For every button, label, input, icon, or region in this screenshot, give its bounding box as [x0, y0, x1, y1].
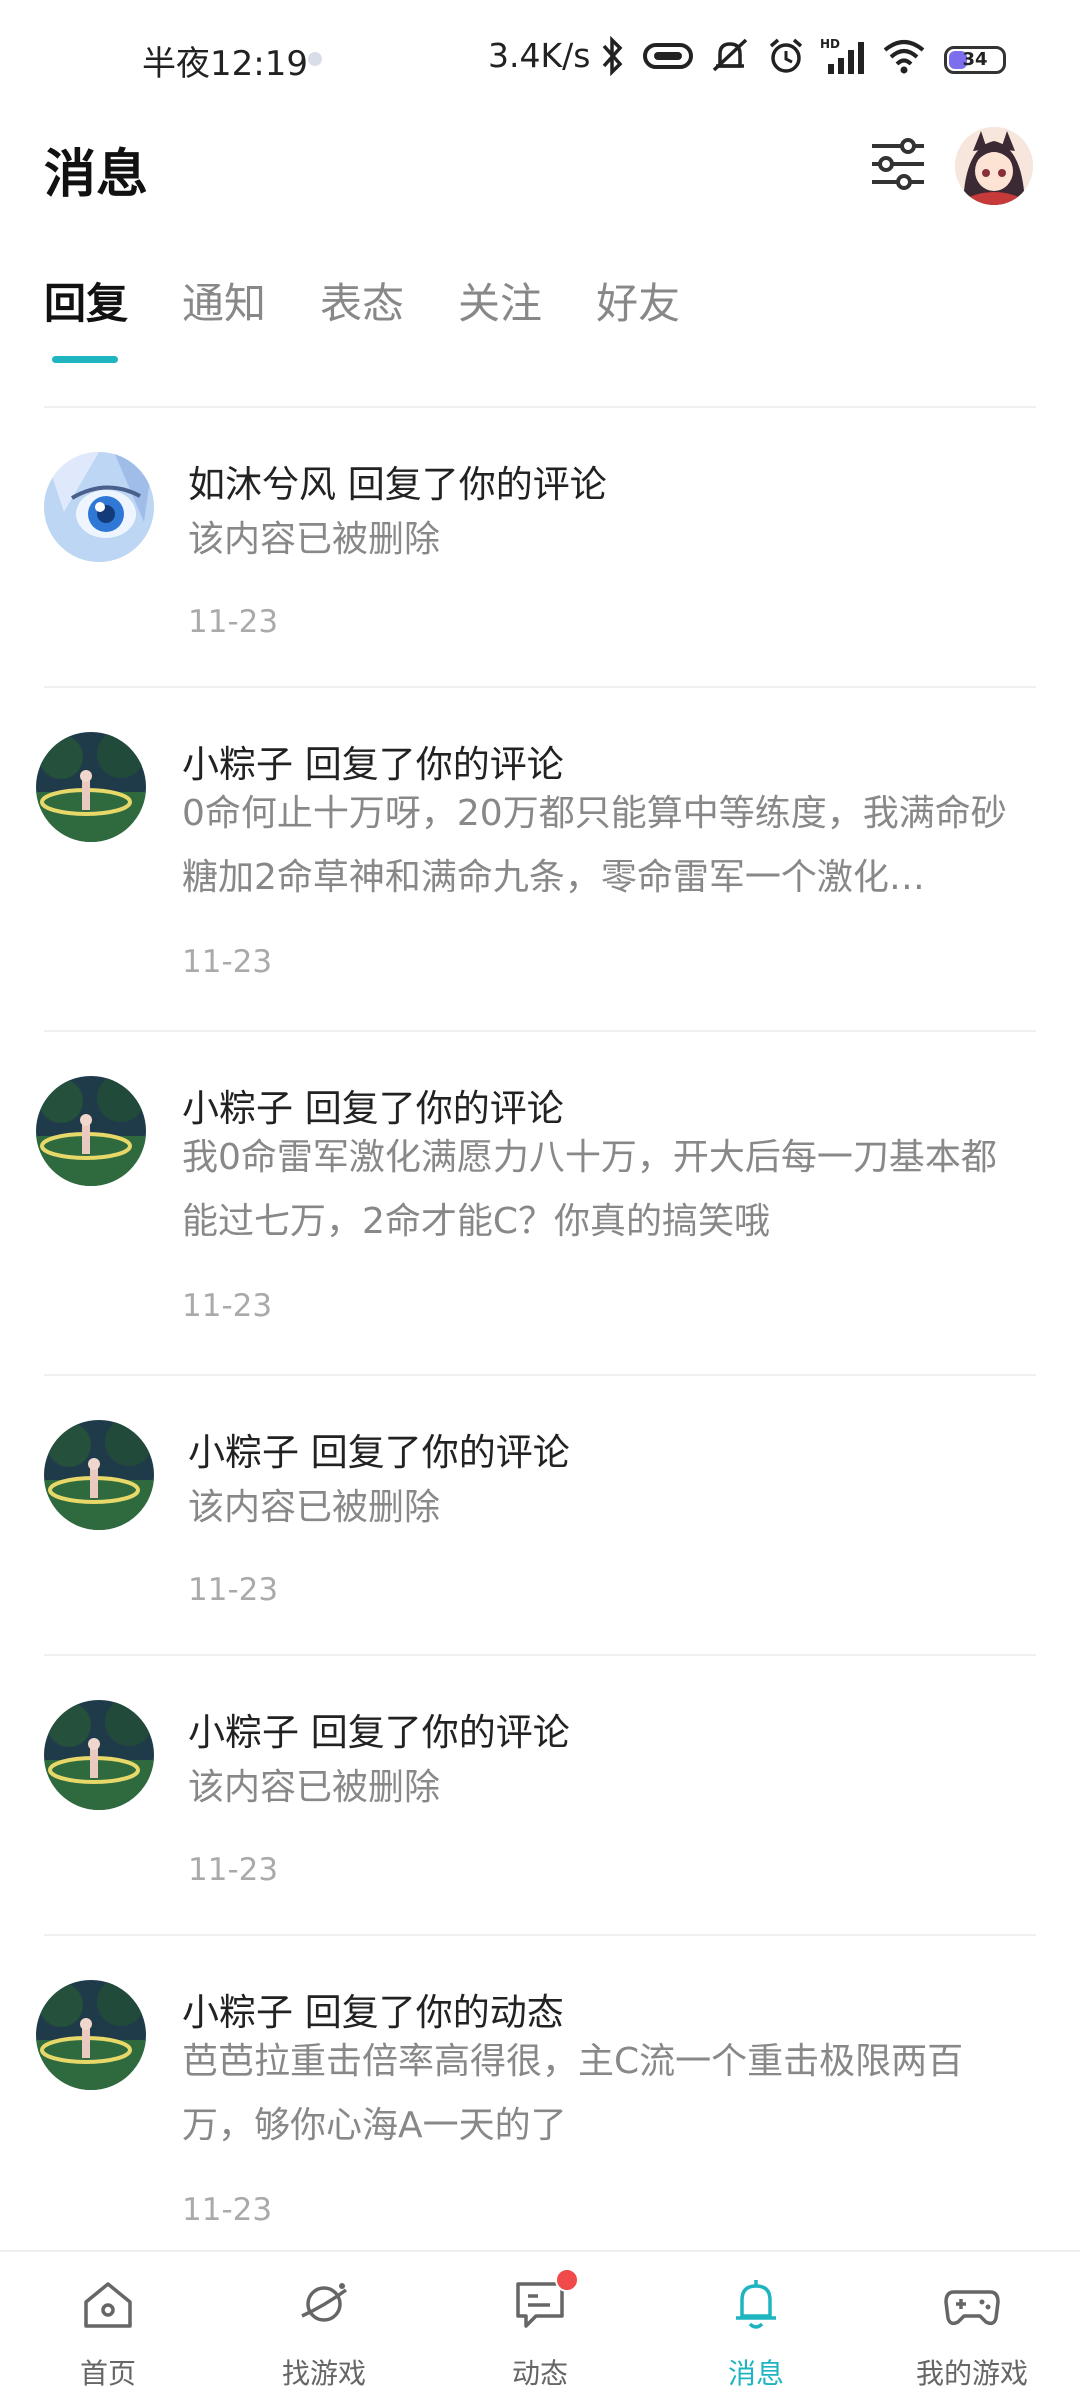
tab-indicator	[52, 356, 118, 363]
avatar[interactable]	[36, 732, 146, 842]
message-title: 如沐兮风 回复了你的评论	[188, 463, 607, 506]
nav-feed[interactable]: 动态	[432, 2252, 648, 2402]
message-title: 小粽子 回复了你的评论	[182, 1087, 564, 1130]
tab-reaction[interactable]: 表态	[320, 270, 404, 331]
notification-badge	[555, 2268, 579, 2292]
night-forest-avatar-icon	[36, 1980, 146, 2090]
filter-sliders-icon	[872, 138, 924, 190]
home-icon	[84, 2282, 132, 2328]
nav-messages[interactable]: 消息	[648, 2252, 864, 2402]
battery-level: 34	[962, 49, 988, 70]
vibrate-icon	[643, 43, 693, 69]
network-speed: 3.4K/s	[488, 36, 591, 75]
nav-messages-label: 消息	[727, 2357, 784, 2390]
filter-button[interactable]	[866, 132, 930, 196]
mute-icon	[712, 38, 748, 72]
list-item[interactable]: 小粽子 回复了你的评论 该内容已被删除 11-23	[44, 1656, 1036, 1936]
message-date: 11-23	[182, 1288, 273, 1324]
message-date: 11-23	[188, 604, 279, 640]
message-title: 小粽子 回复了你的评论	[188, 1711, 570, 1754]
message-body: 芭芭拉重击倍率高得很，主C流一个重击极限两百万，够你心海A一天的了	[182, 2041, 964, 2146]
avatar[interactable]	[44, 1700, 154, 1810]
user-avatar[interactable]	[955, 127, 1033, 205]
tab-follow[interactable]: 关注	[458, 270, 542, 331]
nav-feed-label: 动态	[511, 2357, 568, 2390]
nav-my-games-label: 我的游戏	[915, 2357, 1028, 2390]
wifi-icon	[883, 40, 925, 74]
message-body: 我0命雷军激化满愿力八十万，开大后每一刀基本都能过七万，2命才能C？你真的搞笑哦	[182, 1137, 997, 1242]
nav-home[interactable]: 首页	[0, 2252, 216, 2402]
list-item[interactable]: 小粽子 回复了你的评论 该内容已被删除 11-23	[44, 1376, 1036, 1656]
avatar[interactable]	[36, 1076, 146, 1186]
bell-icon	[736, 2280, 776, 2329]
nav-find-games-label: 找游戏	[281, 2357, 366, 2390]
message-date: 11-23	[182, 2192, 273, 2228]
tab-notice[interactable]: 通知	[182, 270, 266, 331]
nav-home-label: 首页	[79, 2357, 136, 2390]
message-date: 11-23	[182, 944, 273, 980]
blue-eye-avatar-icon	[44, 452, 154, 562]
anime-girl-avatar-icon	[955, 127, 1033, 205]
nav-my-games[interactable]: 我的游戏	[864, 2252, 1080, 2402]
message-body: 该内容已被删除	[188, 519, 441, 560]
nav-find-games[interactable]: 找游戏	[216, 2252, 432, 2402]
avatar[interactable]	[36, 1980, 146, 2090]
alarm-icon	[769, 38, 803, 73]
bluetooth-icon	[602, 36, 623, 76]
status-icons: HD	[598, 36, 926, 76]
status-time: 半夜12:19	[142, 44, 308, 84]
message-body: 该内容已被删除	[188, 1487, 441, 1528]
night-forest-avatar-icon	[36, 732, 146, 842]
night-forest-avatar-icon	[44, 1420, 154, 1530]
message-title: 小粽子 回复了你的评论	[188, 1431, 570, 1474]
avatar[interactable]	[44, 452, 154, 562]
signal-icon: HD	[820, 37, 864, 74]
list-item[interactable]: 小粽子 回复了你的评论 我0命雷军激化满愿力八十万，开大后每一刀基本都能过七万，…	[36, 1032, 1036, 1376]
avatar[interactable]	[44, 1420, 154, 1530]
tab-reply[interactable]: 回复	[44, 270, 128, 331]
night-forest-avatar-icon	[36, 1076, 146, 1186]
list-item[interactable]: 小粽子 回复了你的评论 0命何止十万呀，20万都只能算中等练度，我满命砂糖加2命…	[36, 688, 1036, 1032]
notification-dot-icon	[308, 52, 322, 66]
battery-icon: 34	[944, 46, 1006, 74]
message-date: 11-23	[188, 1852, 279, 1888]
page-title: 消息	[44, 145, 149, 205]
planet-icon	[301, 2283, 348, 2322]
tab-friends[interactable]: 好友	[596, 270, 680, 331]
message-date: 11-23	[188, 1572, 279, 1608]
svg-text:HD: HD	[820, 37, 840, 51]
bottom-nav: 首页 找游戏 动态 消息 我的游戏	[0, 2250, 1080, 2402]
message-body: 0命何止十万呀，20万都只能算中等练度，我满命砂糖加2命草神和满命九条，零命雷军…	[182, 793, 1007, 898]
message-title: 小粽子 回复了你的评论	[182, 743, 564, 786]
message-body: 该内容已被删除	[188, 1767, 441, 1808]
gamepad-icon	[944, 2290, 1000, 2326]
message-list: 如沐兮风 回复了你的评论 该内容已被删除 11-23 小粽子 回复了你的评论 0…	[0, 408, 1080, 2262]
message-tabs: 回复 通知 表态 关注 好友	[44, 270, 680, 331]
status-bar: 半夜12:19 3.4K/s HD 34	[0, 0, 1080, 120]
list-item[interactable]: 如沐兮风 回复了你的评论 该内容已被删除 11-23	[44, 408, 1036, 688]
night-forest-avatar-icon	[44, 1700, 154, 1810]
list-item[interactable]: 小粽子 回复了你的动态 芭芭拉重击倍率高得很，主C流一个重击极限两百万，够你心海…	[36, 1936, 1036, 2262]
message-title: 小粽子 回复了你的动态	[182, 1991, 564, 2034]
